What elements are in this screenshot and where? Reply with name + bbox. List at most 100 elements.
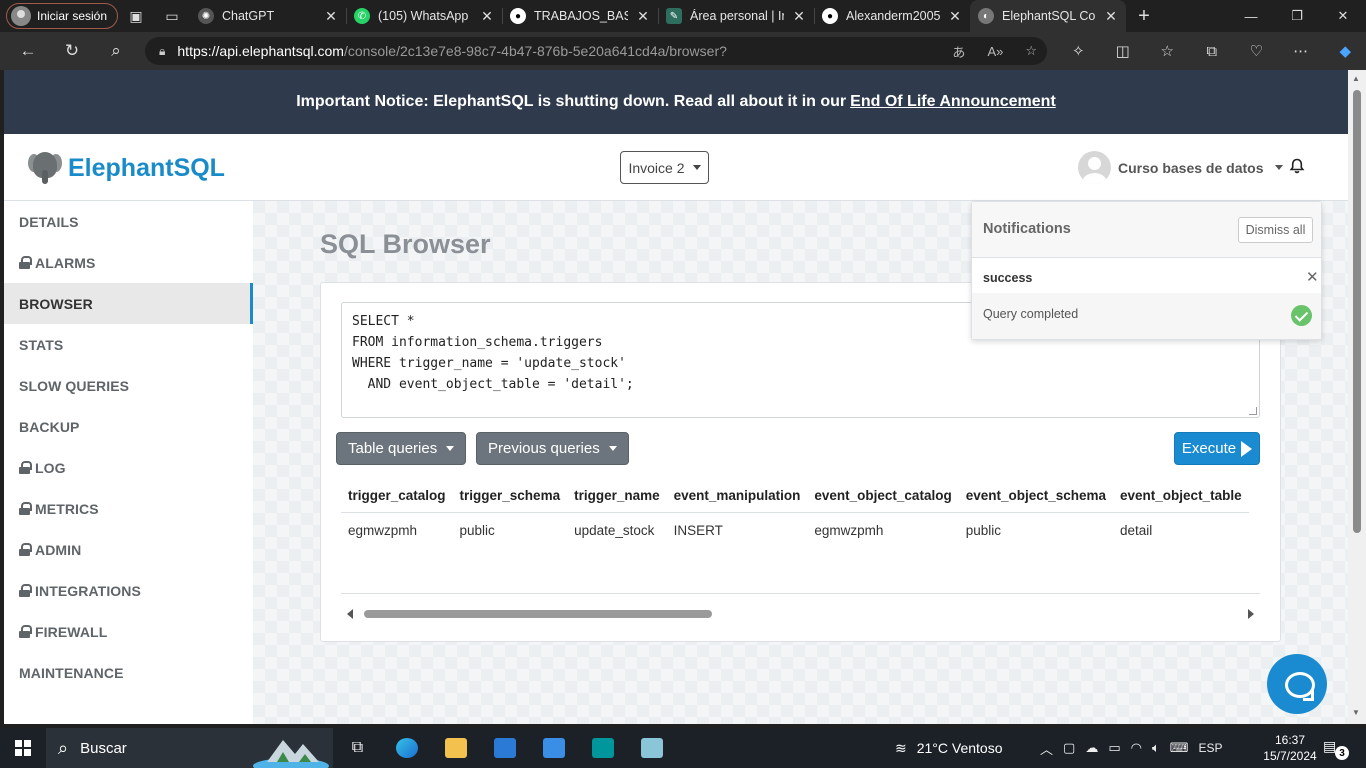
scroll-down-icon[interactable]: ▼ [1352, 708, 1360, 717]
close-tab-icon[interactable]: ✕ [480, 8, 494, 25]
favorite-star-icon[interactable]: ☆ [1025, 43, 1037, 59]
table-cell: INSERT [673, 523, 723, 538]
mail-icon[interactable] [480, 728, 529, 768]
chevron-up-icon[interactable]: ︿ [1040, 739, 1053, 758]
resize-handle-icon[interactable] [1249, 407, 1257, 415]
search-icon[interactable]: ⌕ [94, 32, 138, 70]
restore-icon[interactable]: ❐ [1274, 0, 1320, 32]
tab-chatgpt[interactable]: ✺ ChatGPT ✕ [190, 0, 346, 32]
sidebar-item-log[interactable]: LOG [4, 447, 253, 488]
sidebar-item-slow-queries[interactable]: SLOW QUERIES [4, 365, 253, 406]
results-table-wrapper: trigger_catalog trigger_schema trigger_n… [341, 478, 1260, 594]
store-icon[interactable] [529, 728, 578, 768]
tab-github-alexander[interactable]: ● Alexanderm2005 ✕ [814, 0, 970, 32]
close-window-icon[interactable]: ✕ [1320, 0, 1366, 32]
keyboard-icon[interactable]: ⌨ [1170, 740, 1189, 756]
favorites-icon[interactable]: ☆ [1145, 42, 1190, 60]
wifi-icon[interactable]: ◠ [1131, 740, 1142, 756]
sidebar: DETAILS ALARMS BROWSER STATS SLOW QUERIE… [4, 201, 253, 724]
table-header-row: trigger_catalog trigger_schema trigger_n… [341, 478, 1249, 513]
sidebar-item-maintenance[interactable]: MAINTENANCE [4, 652, 253, 693]
scrollbar-thumb[interactable] [364, 610, 712, 618]
meet-now-icon[interactable]: ▢ [1063, 740, 1075, 756]
split-screen-icon[interactable]: ◫ [1101, 42, 1146, 60]
collections-icon[interactable]: ⧉ [1190, 43, 1235, 60]
scroll-right-icon[interactable] [1248, 609, 1254, 619]
taskbar-search[interactable]: ⌕ Buscar [46, 728, 333, 768]
button-label: Previous queries [488, 440, 600, 457]
tab-elephantsql[interactable]: ◐ ElephantSQL Con ✕ [970, 0, 1126, 32]
page: Important Notice: ElephantSQL is shuttin… [4, 70, 1348, 724]
close-tab-icon[interactable]: ✕ [1104, 8, 1118, 25]
sidebar-item-metrics[interactable]: METRICS [4, 488, 253, 529]
translate-icon[interactable]: あ [952, 42, 965, 61]
end-of-life-link[interactable]: End Of Life Announcement [850, 93, 1056, 111]
battery-icon[interactable]: ▭ [1108, 740, 1120, 756]
sidebar-item-integrations[interactable]: INTEGRATIONS [4, 570, 253, 611]
sidebar-item-admin[interactable]: ADMIN [4, 529, 253, 570]
read-aloud-icon[interactable]: A» [987, 44, 1003, 59]
page-vertical-scrollbar[interactable]: ▲ ▼ [1348, 70, 1366, 724]
extensions-icon[interactable]: ✧ [1056, 42, 1101, 60]
scroll-left-icon[interactable] [347, 609, 353, 619]
notepad-app-icon[interactable] [627, 728, 676, 768]
table-queries-button[interactable]: Table queries [336, 432, 467, 465]
column-header: trigger_catalog [341, 478, 453, 513]
instance-dropdown[interactable]: Invoice 2 [620, 151, 709, 184]
sidebar-item-alarms[interactable]: ALARMS [4, 242, 253, 283]
scroll-up-icon[interactable]: ▲ [1352, 74, 1360, 83]
tab-whatsapp[interactable]: ✆ (105) WhatsApp ✕ [346, 0, 502, 32]
browser-essentials-icon[interactable]: ♡ [1234, 42, 1279, 60]
copilot-icon[interactable]: ◆ [1323, 42, 1366, 60]
sidebar-item-firewall[interactable]: FIREWALL [4, 611, 253, 652]
onedrive-icon[interactable]: ☁ [1085, 740, 1098, 756]
new-tab-button[interactable]: + [1126, 5, 1162, 28]
execute-button[interactable]: Execute [1174, 432, 1260, 465]
close-tab-icon[interactable]: ✕ [636, 8, 650, 25]
github-icon: ● [510, 8, 526, 24]
scrollbar-thumb[interactable] [1353, 90, 1361, 533]
profile-button[interactable]: Iniciar sesión [6, 3, 118, 29]
reload-icon[interactable]: ↻ [50, 32, 94, 70]
sidebar-item-details[interactable]: DETAILS [4, 201, 253, 242]
browser-tab-bar: Iniciar sesión ▣ ▭ ✺ ChatGPT ✕ ✆ (105) W… [0, 0, 1366, 32]
weather-widget[interactable]: ≋ 21°C Ventoso [895, 728, 1003, 768]
url-field[interactable]: 🔒︎ https://api.elephantsql.com/console/2… [145, 37, 1047, 65]
table-cell: public [965, 523, 1001, 538]
tab-actions-icon[interactable]: ▭ [154, 0, 190, 32]
table-cell: update_stock [574, 523, 655, 538]
edge-taskbar-icon[interactable] [382, 728, 431, 768]
tab-github-trabajos[interactable]: ● TRABAJOS_BASE ✕ [502, 0, 658, 32]
sidebar-item-label: ADMIN [35, 541, 82, 558]
tab-area-personal[interactable]: ✎ Área personal | In ✕ [658, 0, 814, 32]
sidebar-item-stats[interactable]: STATS [4, 324, 253, 365]
close-tab-icon[interactable]: ✕ [792, 8, 806, 25]
horizontal-scrollbar[interactable] [341, 605, 1260, 623]
workspaces-icon[interactable]: ▣ [118, 0, 154, 32]
start-button[interactable] [0, 728, 46, 768]
dismiss-all-button[interactable]: Dismiss all [1238, 217, 1313, 243]
volume-icon[interactable]: 🔈︎ [1152, 740, 1160, 756]
close-icon[interactable]: ✕ [1306, 268, 1319, 286]
clock[interactable]: 16:37 15/7/2024 [1262, 732, 1318, 764]
bell-icon[interactable] [1289, 158, 1305, 174]
logo[interactable]: ElephantSQL [28, 150, 225, 186]
file-explorer-icon[interactable] [431, 728, 480, 768]
task-view-icon[interactable]: ⧉ [333, 728, 382, 768]
sidebar-item-label: SLOW QUERIES [19, 377, 130, 394]
sidebar-item-browser[interactable]: BROWSER [4, 283, 253, 324]
chat-support-button[interactable] [1267, 654, 1327, 714]
lock-icon[interactable]: 🔒︎ [159, 44, 165, 59]
previous-queries-button[interactable]: Previous queries [476, 432, 629, 465]
back-icon[interactable]: ← [6, 32, 50, 70]
minimize-icon[interactable]: — [1228, 0, 1274, 32]
notification-center-icon[interactable]: ▤ 3 [1323, 738, 1349, 760]
language-indicator[interactable]: ESP [1199, 741, 1223, 755]
sidebar-item-backup[interactable]: BACKUP [4, 406, 253, 447]
profile-label: Iniciar sesión [37, 9, 108, 23]
user-menu[interactable]: Curso bases de datos [1078, 151, 1283, 184]
more-menu-icon[interactable]: ⋯ [1279, 42, 1324, 60]
arduino-icon[interactable] [578, 728, 627, 768]
close-tab-icon[interactable]: ✕ [948, 8, 962, 25]
close-tab-icon[interactable]: ✕ [324, 8, 338, 25]
